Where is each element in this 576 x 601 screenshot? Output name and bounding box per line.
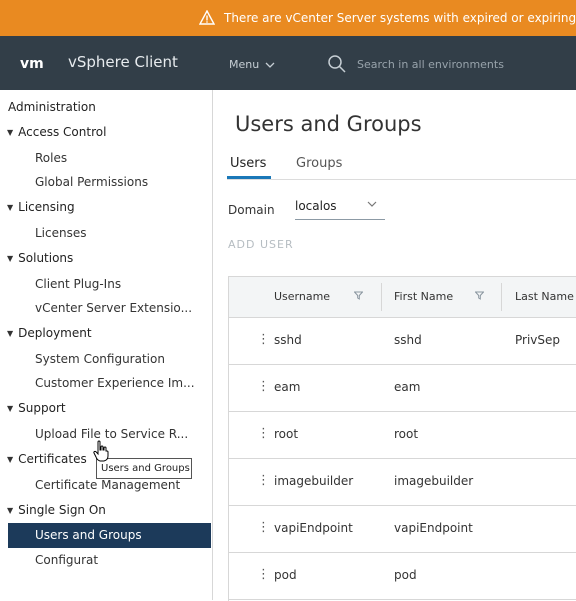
sidebar-group-label: Deployment (18, 326, 92, 340)
sidebar-group-label: Access Control (18, 125, 107, 139)
kebab-menu-icon[interactable]: ⋮ (257, 520, 270, 536)
users-table: Username First Name Last Name ⋮ sshd ssh… (228, 276, 576, 601)
cell-username: eam (274, 380, 301, 394)
sidebar-item-vcenter-extensions[interactable]: vCenter Server Extensio... (35, 301, 192, 315)
app-header: vm vSphere Client Menu Search in all env… (0, 36, 576, 90)
menu-label: Menu (229, 58, 260, 71)
sidebar-group-support[interactable]: ▼ Support (7, 401, 66, 415)
tooltip: Users and Groups (96, 458, 192, 479)
chevron-down-icon (265, 62, 275, 68)
column-header-username[interactable]: Username (274, 290, 330, 303)
cell-first-name: sshd (394, 333, 422, 347)
table-header: Username First Name Last Name (229, 277, 576, 318)
sidebar-item-users-and-groups[interactable]: Users and Groups (8, 523, 211, 548)
caret-down-icon: ▼ (7, 505, 14, 515)
kebab-menu-icon[interactable]: ⋮ (257, 567, 270, 583)
column-separator[interactable] (381, 283, 382, 311)
domain-select-value: localos (295, 199, 337, 213)
sidebar-item-licenses[interactable]: Licenses (35, 226, 87, 240)
vmware-logo[interactable]: vm (20, 54, 54, 74)
cell-username: imagebuilder (274, 474, 354, 488)
cell-username: pod (274, 568, 297, 582)
sidebar: Administration ▼ Access Control Roles Gl… (0, 90, 213, 600)
sidebar-heading: Administration (8, 100, 96, 114)
sidebar-item-roles[interactable]: Roles (35, 151, 67, 165)
sidebar-group-label: Single Sign On (18, 503, 106, 517)
column-header-first-name[interactable]: First Name (394, 290, 453, 303)
sidebar-item-certificate-management[interactable]: Certificate Management (35, 478, 180, 492)
sidebar-group-deployment[interactable]: ▼ Deployment (7, 326, 92, 340)
sidebar-group-solutions[interactable]: ▼ Solutions (7, 251, 73, 265)
cell-last-name: PrivSep (515, 333, 561, 347)
cell-username: sshd (274, 333, 302, 347)
table-row[interactable]: ⋮ root root (229, 412, 576, 459)
domain-select[interactable]: localos (295, 197, 385, 220)
sidebar-group-label: Solutions (18, 251, 74, 265)
filter-icon[interactable] (354, 291, 363, 300)
tab-users[interactable]: Users (230, 156, 266, 171)
sidebar-item-client-plugins[interactable]: Client Plug-Ins (35, 277, 121, 291)
cell-first-name: imagebuilder (394, 474, 474, 488)
sidebar-group-certificates[interactable]: ▼ Certificates (7, 452, 87, 466)
domain-label: Domain (228, 203, 275, 217)
sidebar-group-label: Certificates (18, 452, 87, 466)
warning-banner: There are vCenter Server systems with ex… (0, 0, 576, 36)
tab-groups[interactable]: Groups (296, 156, 342, 171)
banner-text[interactable]: There are vCenter Server systems with ex… (224, 11, 576, 25)
caret-down-icon: ▼ (7, 403, 14, 413)
sidebar-group-label: Support (18, 401, 66, 415)
menu-button[interactable]: Menu (229, 58, 275, 71)
caret-down-icon: ▼ (7, 253, 14, 263)
table-row[interactable]: ⋮ vapiEndpoint vapiEndpoint (229, 506, 576, 553)
caret-down-icon: ▼ (7, 127, 14, 137)
filter-icon[interactable] (475, 291, 484, 300)
cell-first-name: eam (394, 380, 421, 394)
kebab-menu-icon[interactable]: ⋮ (257, 426, 270, 442)
search-input[interactable]: Search in all environments (357, 58, 504, 71)
caret-down-icon: ▼ (7, 202, 14, 212)
table-row[interactable]: ⋮ eam eam (229, 365, 576, 412)
chevron-down-icon (367, 201, 377, 207)
sidebar-item-configuration[interactable]: Configurat (35, 553, 98, 567)
search-icon[interactable] (327, 54, 347, 74)
cell-username: root (274, 427, 299, 441)
kebab-menu-icon[interactable]: ⋮ (257, 379, 270, 395)
cell-first-name: vapiEndpoint (394, 521, 473, 535)
sidebar-group-single-sign-on[interactable]: ▼ Single Sign On (7, 503, 106, 517)
main-panel: Users and Groups Users Groups Domain loc… (213, 90, 576, 601)
table-row[interactable]: ⋮ pod pod (229, 553, 576, 600)
hand-cursor-icon (93, 440, 109, 462)
add-user-button[interactable]: ADD USER (228, 238, 294, 251)
app-title[interactable]: vSphere Client (68, 53, 178, 71)
column-separator[interactable] (501, 283, 502, 311)
column-header-last-name[interactable]: Last Name (515, 290, 574, 303)
kebab-menu-icon[interactable]: ⋮ (257, 332, 270, 348)
tab-divider (227, 179, 576, 180)
warning-icon (199, 10, 215, 25)
table-row[interactable]: ⋮ sshd sshd PrivSep (229, 318, 576, 365)
caret-down-icon: ▼ (7, 454, 14, 464)
sidebar-item-system-configuration[interactable]: System Configuration (35, 352, 165, 366)
table-row[interactable]: ⋮ imagebuilder imagebuilder (229, 459, 576, 506)
sidebar-item-customer-experience[interactable]: Customer Experience Im... (35, 376, 195, 390)
sidebar-item-upload-file[interactable]: Upload File to Service R... (35, 427, 188, 441)
cell-first-name: root (394, 427, 419, 441)
page-title: Users and Groups (235, 112, 422, 136)
sidebar-group-label: Licensing (18, 200, 75, 214)
kebab-menu-icon[interactable]: ⋮ (257, 473, 270, 489)
caret-down-icon: ▼ (7, 328, 14, 338)
sidebar-item-global-permissions[interactable]: Global Permissions (35, 175, 148, 189)
cell-first-name: pod (394, 568, 417, 582)
sidebar-group-access-control[interactable]: ▼ Access Control (7, 125, 106, 139)
cell-username: vapiEndpoint (274, 521, 353, 535)
sidebar-group-licensing[interactable]: ▼ Licensing (7, 200, 75, 214)
